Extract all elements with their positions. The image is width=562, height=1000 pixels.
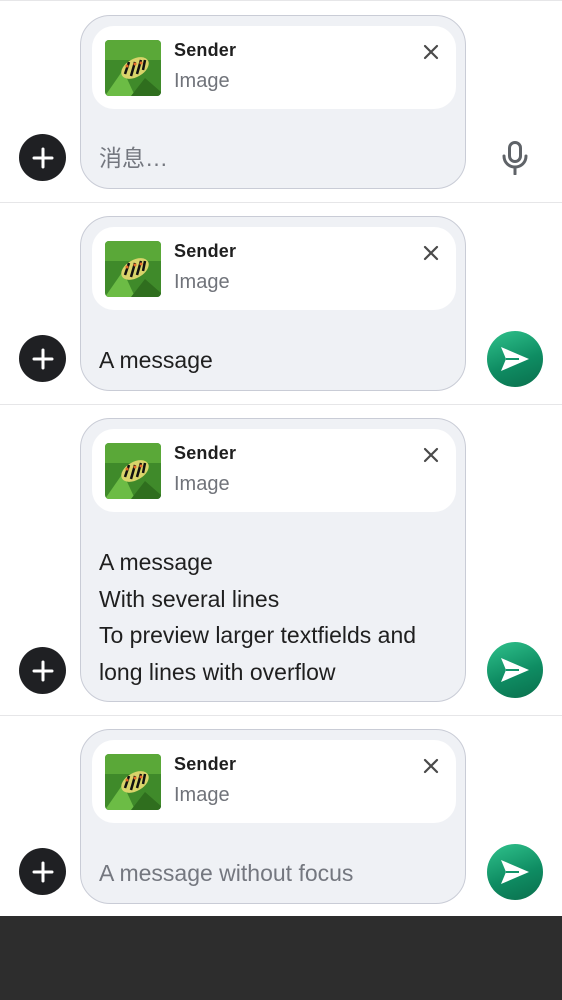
- composer-2: Sender Image A message: [0, 202, 562, 404]
- mic-button[interactable]: [495, 138, 535, 178]
- send-button[interactable]: [487, 844, 543, 900]
- message-input-bubble[interactable]: Sender Image 消息…: [80, 15, 466, 189]
- message-text[interactable]: A message: [99, 342, 213, 379]
- reply-subtitle: Image: [174, 473, 230, 495]
- close-icon[interactable]: [422, 43, 440, 61]
- composer-1: Sender Image 消息…: [0, 0, 562, 202]
- plus-icon: [32, 861, 53, 882]
- reply-sender: Sender: [174, 40, 237, 60]
- message-placeholder[interactable]: 消息…: [99, 140, 168, 177]
- message-input-bubble[interactable]: Sender Image A message With several line…: [80, 418, 466, 702]
- bottom-bar: [0, 916, 562, 1000]
- reply-sender: Sender: [174, 754, 237, 774]
- reply-sender: Sender: [174, 241, 237, 261]
- composer-4: Sender Image A message without focus: [0, 715, 562, 917]
- composer-3: Sender Image A message With several line…: [0, 404, 562, 715]
- add-attachment-button[interactable]: [19, 134, 66, 181]
- plus-icon: [32, 147, 53, 168]
- reply-subtitle: Image: [174, 271, 230, 293]
- reply-preview: Sender Image: [92, 429, 456, 512]
- reply-preview: Sender Image: [92, 740, 456, 823]
- reply-preview: Sender Image: [92, 26, 456, 109]
- message-input-bubble[interactable]: Sender Image A message without focus: [80, 729, 466, 904]
- close-icon[interactable]: [422, 446, 440, 464]
- reply-subtitle: Image: [174, 784, 230, 806]
- close-icon[interactable]: [422, 244, 440, 262]
- plus-icon: [32, 348, 53, 369]
- add-attachment-button[interactable]: [19, 848, 66, 895]
- image-thumbnail: [105, 241, 161, 297]
- plus-icon: [32, 660, 53, 681]
- mic-icon: [502, 141, 528, 175]
- send-button[interactable]: [487, 642, 543, 698]
- image-thumbnail: [105, 40, 161, 96]
- image-thumbnail: [105, 443, 161, 499]
- message-input-bubble[interactable]: Sender Image A message: [80, 216, 466, 391]
- reply-sender: Sender: [174, 443, 237, 463]
- image-thumbnail: [105, 754, 161, 810]
- send-icon: [501, 347, 529, 371]
- send-icon: [501, 860, 529, 884]
- message-placeholder[interactable]: A message without focus: [99, 855, 353, 892]
- close-icon[interactable]: [422, 757, 440, 775]
- send-icon: [501, 658, 529, 682]
- message-text[interactable]: A message With several lines To preview …: [99, 544, 416, 690]
- add-attachment-button[interactable]: [19, 647, 66, 694]
- reply-subtitle: Image: [174, 70, 230, 92]
- add-attachment-button[interactable]: [19, 335, 66, 382]
- send-button[interactable]: [487, 331, 543, 387]
- reply-preview: Sender Image: [92, 227, 456, 310]
